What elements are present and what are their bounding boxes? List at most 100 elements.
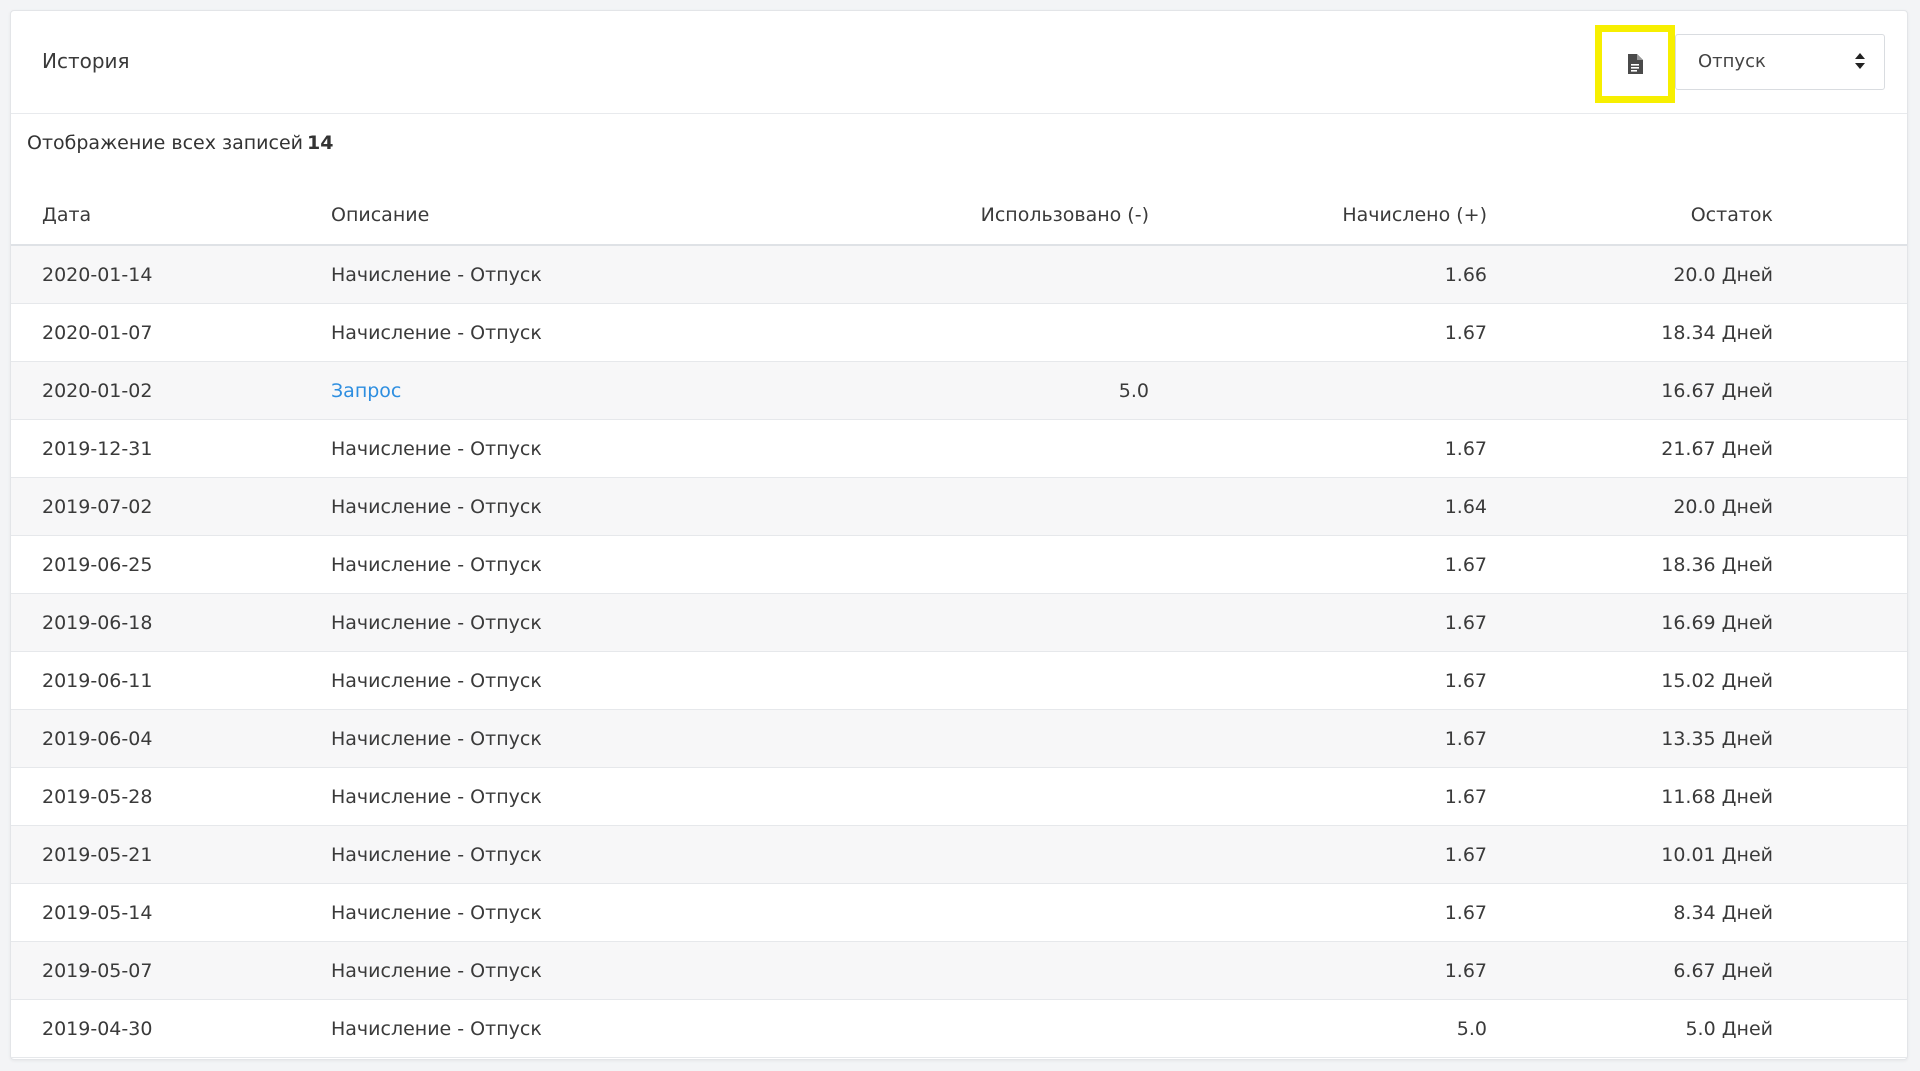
cell-balance: 10.01 Дней: [1487, 825, 1773, 884]
cell-date: 2019-05-07: [11, 941, 331, 1000]
export-button[interactable]: [1595, 25, 1675, 103]
cell-balance: 6.67 Дней: [1487, 941, 1773, 1000]
cell-used: [811, 593, 1149, 652]
table-row: 2020-01-02 Запрос 5.0 16.67 Дней: [11, 361, 1907, 420]
history-table: Дата Описание Использовано (-) Начислено…: [11, 186, 1907, 1058]
cell-used: 5.0: [811, 361, 1149, 420]
column-header-description: Описание: [331, 186, 811, 246]
table-row: 2019-05-21 Начисление - Отпуск 1.67 10.01 Д…: [11, 825, 1907, 884]
cell-date: 2020-01-07: [11, 303, 331, 362]
card-header: История Отпуск: [11, 11, 1907, 114]
cell-balance: 18.34 Дней: [1487, 303, 1773, 362]
cell-description: Начисление - Отпуск: [331, 999, 811, 1058]
cell-accrued: 1.67: [1149, 941, 1487, 1000]
column-header-accrued: Начислено (+): [1149, 186, 1487, 246]
cell-description: Начисление - Отпуск: [331, 825, 811, 884]
table-row: 2019-05-28 Начисление - Отпуск 1.67 11.68 Д…: [11, 767, 1907, 826]
cell-spacer: [1773, 361, 1907, 420]
sort-caret-icon: [1854, 51, 1866, 75]
cell-date: 2019-05-14: [11, 883, 331, 942]
table-header-row: Дата Описание Использовано (-) Начислено…: [11, 186, 1907, 246]
column-header-used: Использовано (-): [811, 186, 1149, 246]
cell-accrued: 1.67: [1149, 593, 1487, 652]
cell-accrued: 1.67: [1149, 303, 1487, 362]
table-row: 2019-12-31 Начисление - Отпуск 1.67 21.67 Д…: [11, 419, 1907, 478]
cell-used: [811, 245, 1149, 304]
cell-spacer: [1773, 245, 1907, 304]
leave-type-value: Отпуск: [1698, 51, 1766, 72]
cell-date: 2019-06-25: [11, 535, 331, 594]
cell-description: Начисление - Отпуск: [331, 535, 811, 594]
cell-used: [811, 303, 1149, 362]
cell-spacer: [1773, 709, 1907, 768]
cell-accrued: 1.67: [1149, 535, 1487, 594]
cell-date: 2019-06-11: [11, 651, 331, 710]
history-card: История Отпуск Отображение всех записей …: [10, 10, 1908, 1060]
cell-date: 2019-05-28: [11, 767, 331, 826]
cell-date: 2020-01-14: [11, 245, 331, 304]
cell-used: [811, 651, 1149, 710]
cell-balance: 13.35 Дней: [1487, 709, 1773, 768]
table-row: 2020-01-14 Начисление - Отпуск 1.66 20.0 Дн…: [11, 245, 1907, 304]
cell-accrued: 1.67: [1149, 767, 1487, 826]
cell-date: 2019-05-21: [11, 825, 331, 884]
cell-spacer: [1773, 883, 1907, 942]
file-icon: [1627, 54, 1643, 74]
cell-spacer: [1773, 477, 1907, 536]
summary-count: 14: [307, 132, 334, 154]
cell-balance: 21.67 Дней: [1487, 419, 1773, 478]
leave-type-select[interactable]: Отпуск: [1675, 34, 1885, 90]
cell-spacer: [1773, 941, 1907, 1000]
cell-accrued: 1.64: [1149, 477, 1487, 536]
cell-description: Начисление - Отпуск: [331, 477, 811, 536]
table-row: 2019-06-04 Начисление - Отпуск 1.67 13.35 Д…: [11, 709, 1907, 768]
cell-accrued: 1.67: [1149, 709, 1487, 768]
cell-balance: 16.67 Дней: [1487, 361, 1773, 420]
cell-used: [811, 535, 1149, 594]
cell-date: 2019-06-04: [11, 709, 331, 768]
cell-balance: 15.02 Дней: [1487, 651, 1773, 710]
records-summary: Отображение всех записей 14: [27, 132, 333, 154]
cell-balance: 8.34 Дней: [1487, 883, 1773, 942]
summary-text: Отображение всех записей: [27, 132, 303, 154]
table-row: 2019-07-02 Начисление - Отпуск 1.64 20.0 Дн…: [11, 477, 1907, 536]
cell-accrued: 1.67: [1149, 651, 1487, 710]
cell-description: Начисление - Отпуск: [331, 767, 811, 826]
cell-spacer: [1773, 303, 1907, 362]
cell-spacer: [1773, 593, 1907, 652]
column-header-balance: Остаток: [1487, 186, 1773, 246]
cell-description: Запрос: [331, 361, 811, 420]
cell-balance: 11.68 Дней: [1487, 767, 1773, 826]
page-title: История: [42, 49, 130, 73]
cell-balance: 5.0 Дней: [1487, 999, 1773, 1058]
table-row: 2020-01-07 Начисление - Отпуск 1.67 18.34 Д…: [11, 303, 1907, 362]
cell-description: Начисление - Отпуск: [331, 245, 811, 304]
cell-used: [811, 941, 1149, 1000]
cell-description: Начисление - Отпуск: [331, 941, 811, 1000]
cell-date: 2019-04-30: [11, 999, 331, 1058]
table-row: 2019-06-18 Начисление - Отпуск 1.67 16.69 Д…: [11, 593, 1907, 652]
cell-used: [811, 477, 1149, 536]
cell-accrued: 1.67: [1149, 883, 1487, 942]
cell-used: [811, 999, 1149, 1058]
cell-balance: 18.36 Дней: [1487, 535, 1773, 594]
cell-accrued: 1.67: [1149, 825, 1487, 884]
table-row: 2019-05-14 Начисление - Отпуск 1.67 8.34 Дн…: [11, 883, 1907, 942]
cell-used: [811, 767, 1149, 826]
column-header-date: Дата: [11, 186, 331, 246]
cell-description: Начисление - Отпуск: [331, 883, 811, 942]
cell-accrued: [1149, 361, 1487, 420]
cell-date: 2019-06-18: [11, 593, 331, 652]
cell-description: Начисление - Отпуск: [331, 303, 811, 362]
cell-used: [811, 419, 1149, 478]
cell-spacer: [1773, 535, 1907, 594]
column-header-spacer: [1773, 186, 1907, 246]
request-link[interactable]: Запрос: [331, 380, 401, 402]
cell-description: Начисление - Отпуск: [331, 419, 811, 478]
cell-date: 2019-07-02: [11, 477, 331, 536]
cell-spacer: [1773, 651, 1907, 710]
cell-balance: 20.0 Дней: [1487, 245, 1773, 304]
cell-accrued: 1.67: [1149, 419, 1487, 478]
cell-spacer: [1773, 767, 1907, 826]
table-row: 2019-06-25 Начисление - Отпуск 1.67 18.36 Д…: [11, 535, 1907, 594]
